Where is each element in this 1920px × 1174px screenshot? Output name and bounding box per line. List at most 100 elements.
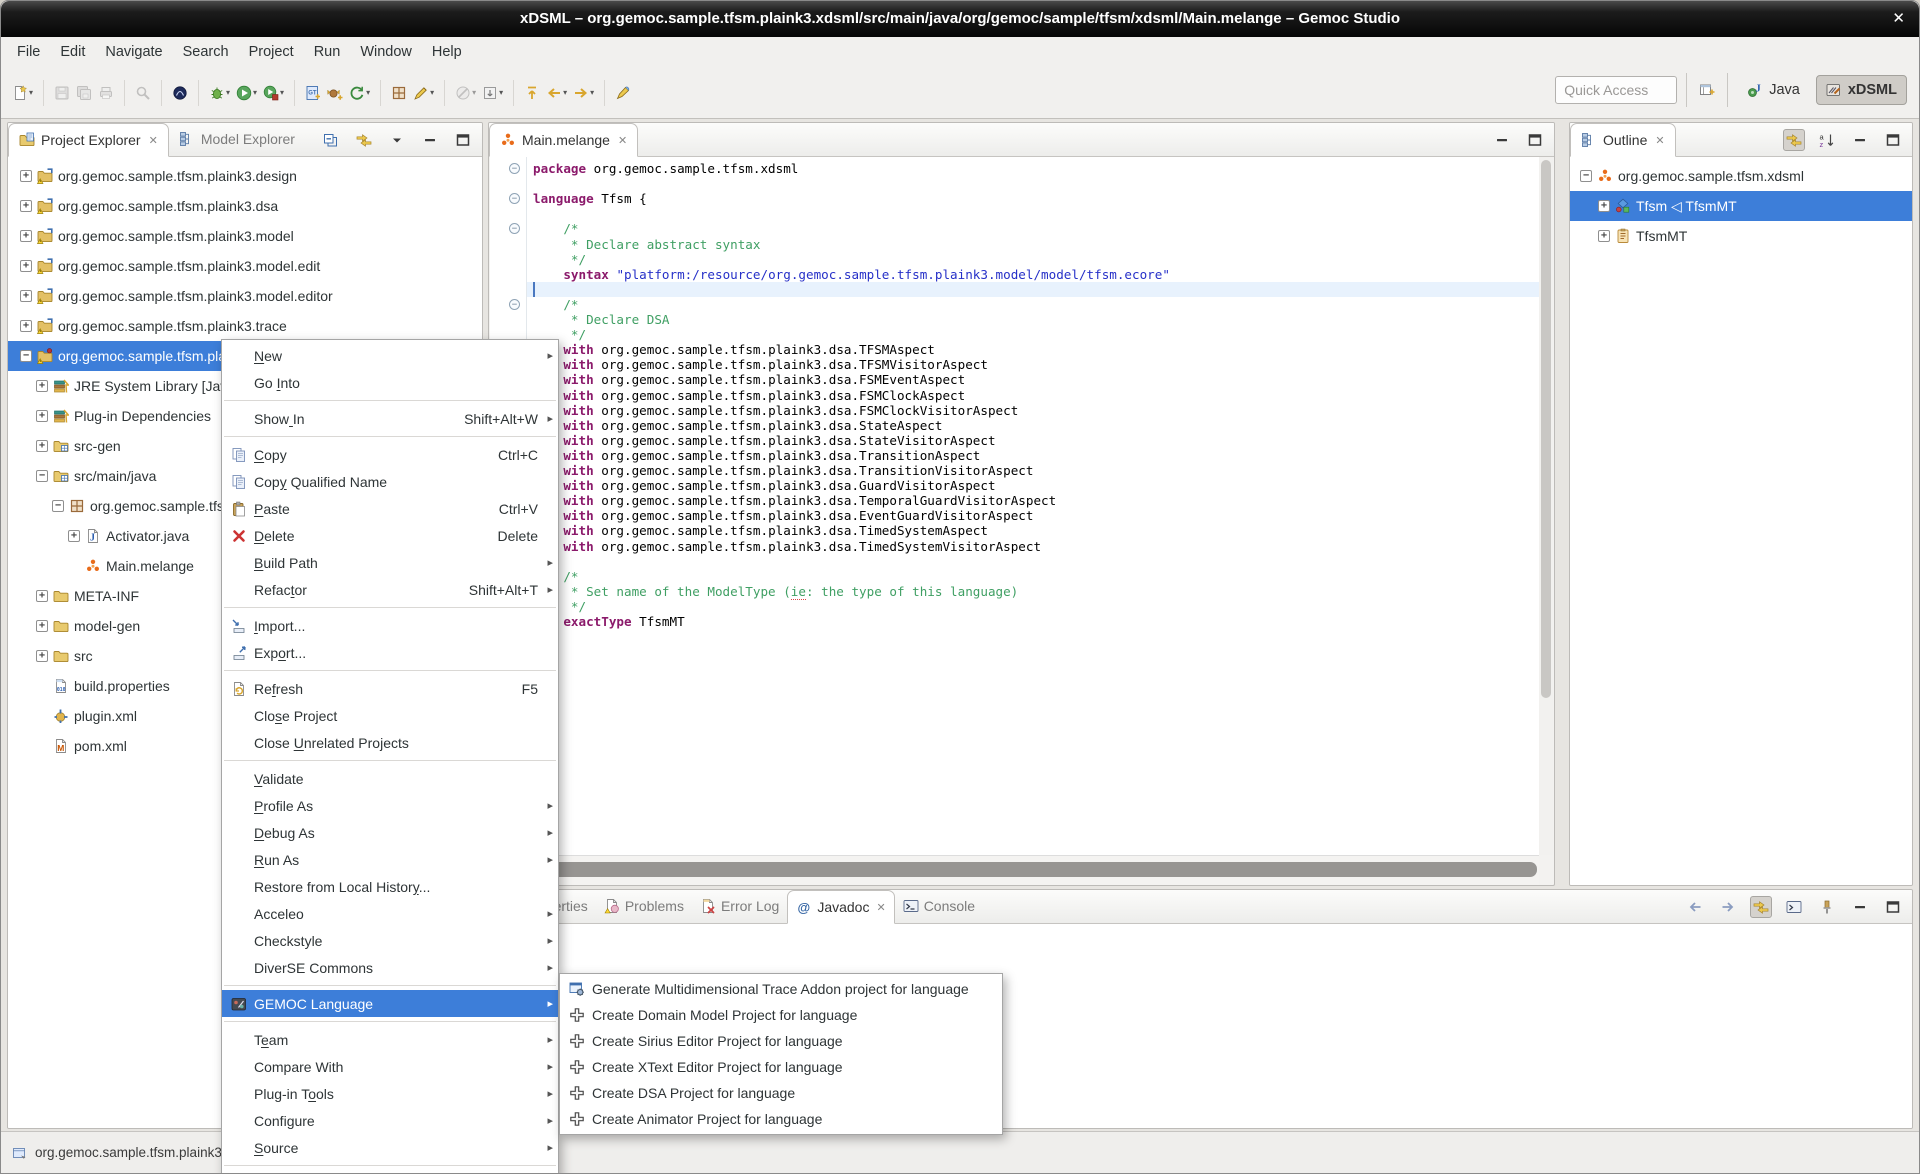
submenu-item[interactable]: Generate Multidimensional Trace Addon pr… <box>560 976 1002 1002</box>
dropdown-arrow-icon[interactable]: ▾ <box>472 88 476 97</box>
context-menu-item-source[interactable]: Source▸ <box>222 1134 558 1161</box>
editor-horizontal-scrollbar[interactable] <box>492 862 1537 877</box>
perspective-java-button[interactable]: JJava <box>1737 75 1810 105</box>
tree-row[interactable]: +org.gemoc.sample.tfsm.plaink3.model.edi… <box>8 281 482 311</box>
dropdown-arrow-icon[interactable]: ▾ <box>226 88 230 97</box>
new-wizard-button[interactable]: ▾ <box>9 79 36 107</box>
context-menu-item-profile-as[interactable]: Profile As▸ <box>222 792 558 819</box>
collapse-all-button[interactable] <box>320 129 342 151</box>
back-toolbar-button[interactable]: ▾ <box>543 79 570 107</box>
context-menu-item-checkstyle[interactable]: Checkstyle▸ <box>222 927 558 954</box>
close-view-icon[interactable]: ✕ <box>1655 134 1664 147</box>
expand-icon[interactable]: + <box>36 380 48 392</box>
last-edit-location-button[interactable] <box>521 79 543 107</box>
menu-search[interactable]: Search <box>173 37 239 67</box>
collapse-icon[interactable]: − <box>20 350 32 362</box>
dropdown-arrow-icon[interactable]: ▾ <box>280 88 284 97</box>
tree-row[interactable]: −org.gemoc.sample.tfsm.xdsml <box>1570 161 1912 191</box>
fold-collapse-icon[interactable]: − <box>509 299 520 310</box>
expand-icon[interactable]: + <box>36 440 48 452</box>
perspective-xdsml-button[interactable]: xDSML <box>1816 75 1907 105</box>
minimize-button[interactable] <box>1849 129 1871 151</box>
marker-button[interactable] <box>612 79 634 107</box>
context-menu-item-properties[interactable]: PropertiesAlt+Enter <box>222 1170 558 1174</box>
submenu-item[interactable]: Create Animator Project for language <box>560 1106 1002 1132</box>
minimize-button[interactable] <box>419 129 441 151</box>
context-menu-item-compare-with[interactable]: Compare With▸ <box>222 1053 558 1080</box>
fold-collapse-icon[interactable]: − <box>509 223 520 234</box>
dropdown-arrow-icon[interactable]: ▾ <box>430 88 434 97</box>
forward-button[interactable] <box>1717 896 1739 918</box>
expand-icon[interactable]: + <box>20 200 32 212</box>
tab-main-melange[interactable]: Main.melange ✕ <box>489 123 638 157</box>
link-with-editor-button[interactable] <box>353 129 375 151</box>
tab-console[interactable]: Console <box>895 889 983 923</box>
maximize-button[interactable] <box>452 129 474 151</box>
external-tools-button[interactable]: ▾ <box>260 79 287 107</box>
scrollbar-thumb[interactable] <box>1541 160 1551 698</box>
context-menu-item-paste[interactable]: PasteCtrl+V <box>222 495 558 522</box>
tab-javadoc[interactable]: @Javadoc✕ <box>787 890 894 924</box>
tree-row[interactable]: +org.gemoc.sample.tfsm.plaink3.trace <box>8 311 482 341</box>
collapse-icon[interactable]: − <box>36 470 48 482</box>
search-edit-button[interactable]: ▾ <box>410 79 437 107</box>
submenu-item[interactable]: Create DSA Project for language <box>560 1080 1002 1106</box>
tree-row[interactable]: +org.gemoc.sample.tfsm.plaink3.model <box>8 221 482 251</box>
context-menu-item-delete[interactable]: DeleteDelete <box>222 522 558 549</box>
minimize-button[interactable] <box>1491 129 1513 151</box>
context-menu-item-restore-from-local-history[interactable]: Restore from Local History... <box>222 873 558 900</box>
acceleo-button[interactable] <box>169 79 191 107</box>
tree-row[interactable]: +org.gemoc.sample.tfsm.plaink3.dsa <box>8 191 482 221</box>
print-button[interactable] <box>95 79 117 107</box>
tab-problems[interactable]: Problems <box>596 889 692 923</box>
fold-collapse-icon[interactable]: − <box>509 163 520 174</box>
context-menu-item-copy[interactable]: CopyCtrl+C <box>222 441 558 468</box>
close-editor-icon[interactable]: ✕ <box>618 134 627 147</box>
dropdown-arrow-icon[interactable]: ▾ <box>563 88 567 97</box>
open-console-button[interactable] <box>1783 896 1805 918</box>
menu-file[interactable]: File <box>7 37 50 67</box>
dropdown-arrow-icon[interactable]: ▾ <box>366 88 370 97</box>
maximize-button[interactable] <box>1882 896 1904 918</box>
debug-button[interactable]: ▾ <box>206 79 233 107</box>
context-menu-item-debug-as[interactable]: Debug As▸ <box>222 819 558 846</box>
expand-icon[interactable]: + <box>20 320 32 332</box>
close-view-icon[interactable]: ✕ <box>149 134 158 147</box>
context-menu-item-export[interactable]: Export... <box>222 639 558 666</box>
search-button[interactable] <box>132 79 154 107</box>
pin-button[interactable] <box>1816 896 1838 918</box>
sort-button[interactable]: az <box>1816 129 1838 151</box>
editor-vertical-scrollbar[interactable] <box>1539 157 1553 855</box>
context-menu-item-copy-qualified-name[interactable]: Copy Qualified Name <box>222 468 558 495</box>
context-menu-item-refresh[interactable]: RefreshF5 <box>222 675 558 702</box>
tree-row[interactable]: +TfsmMT <box>1570 221 1912 251</box>
dropdown-arrow-icon[interactable]: ▾ <box>29 88 33 97</box>
close-view-icon[interactable]: ✕ <box>876 901 885 914</box>
code-area[interactable]: −package org.gemoc.sample.tfsm.xdsml−lan… <box>490 157 1539 855</box>
submenu-item[interactable]: Create Sirius Editor Project for languag… <box>560 1028 1002 1054</box>
save-button[interactable] <box>51 79 73 107</box>
view-menu-button[interactable] <box>386 129 408 151</box>
save-all-button[interactable] <box>73 79 95 107</box>
tab-outline[interactable]: Outline ✕ <box>1570 123 1676 157</box>
tree-row[interactable]: +org.gemoc.sample.tfsm.plaink3.design <box>8 161 482 191</box>
menu-window[interactable]: Window <box>350 37 422 67</box>
expand-icon[interactable]: + <box>68 530 80 542</box>
window-close-button[interactable]: ✕ <box>1892 1 1905 37</box>
expand-icon[interactable]: + <box>36 590 48 602</box>
fold-collapse-icon[interactable]: − <box>509 193 520 204</box>
outline-tree[interactable]: −org.gemoc.sample.tfsm.xdsml+Tfsm ◁ Tfsm… <box>1570 157 1912 885</box>
menu-navigate[interactable]: Navigate <box>95 37 172 67</box>
expand-icon[interactable]: + <box>20 170 32 182</box>
tree-row[interactable]: +org.gemoc.sample.tfsm.plaink3.model.edi… <box>8 251 482 281</box>
context-menu-item-import[interactable]: Import... <box>222 612 558 639</box>
context-menu-item-show-in[interactable]: Show InShift+Alt+W▸ <box>222 405 558 432</box>
submenu-item[interactable]: Create Domain Model Project for language <box>560 1002 1002 1028</box>
context-menu-item-build-path[interactable]: Build Path▸ <box>222 549 558 576</box>
context-menu-item-diverse-commons[interactable]: DiverSE Commons▸ <box>222 954 558 981</box>
context-menu-item-plug-in-tools[interactable]: Plug-in Tools▸ <box>222 1080 558 1107</box>
expand-icon[interactable]: + <box>1598 200 1610 212</box>
tree-row[interactable]: +Tfsm ◁ TfsmMT <box>1570 191 1912 221</box>
menu-help[interactable]: Help <box>422 37 472 67</box>
expand-icon[interactable]: + <box>36 650 48 662</box>
